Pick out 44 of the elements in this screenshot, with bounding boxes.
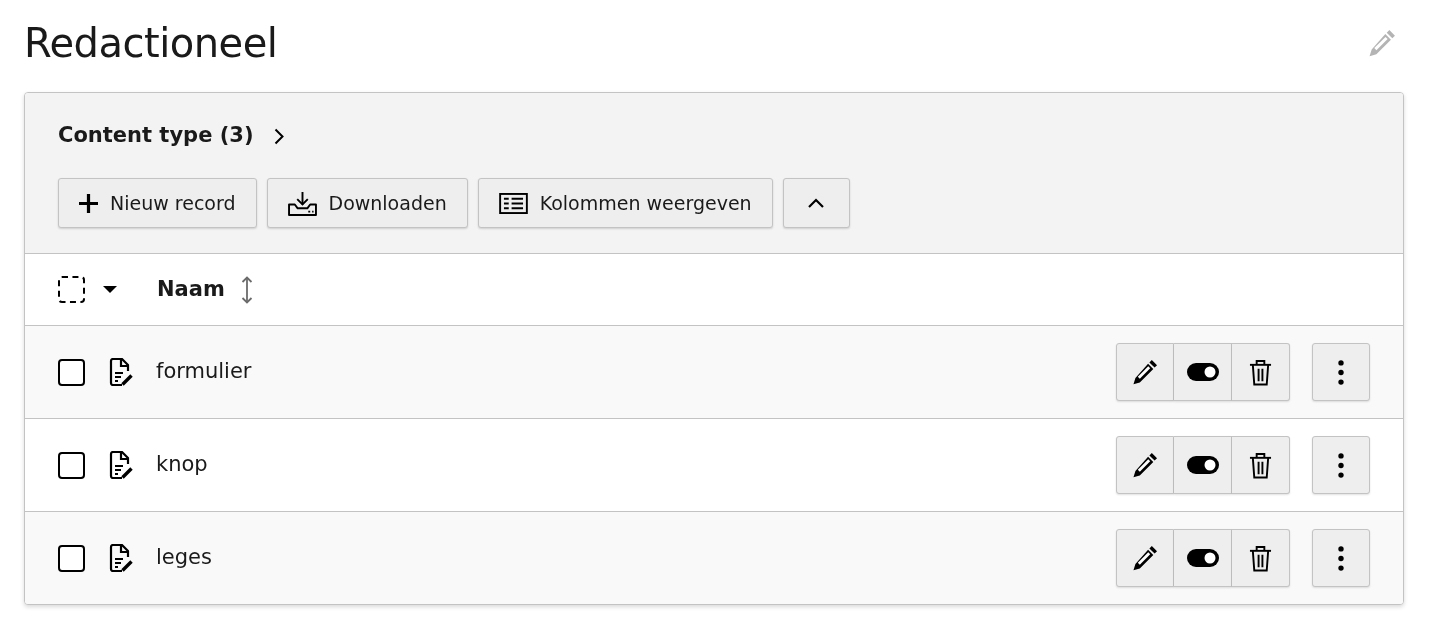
pencil-icon — [1132, 545, 1158, 571]
more-button[interactable] — [1312, 436, 1370, 494]
vertical-dots-icon — [1338, 359, 1344, 385]
visibility-toggle-button[interactable] — [1174, 529, 1232, 587]
vertical-dots-icon — [1338, 452, 1344, 478]
chevron-right-icon — [273, 127, 285, 145]
columns-button[interactable]: Kolommen weergeven — [477, 178, 773, 228]
list-icon — [498, 192, 528, 214]
row-checkbox[interactable] — [58, 544, 85, 572]
chevron-up-icon — [808, 198, 825, 208]
visibility-toggle-button[interactable] — [1174, 436, 1232, 494]
delete-button[interactable] — [1232, 343, 1290, 401]
plus-icon — [79, 193, 98, 213]
record-name[interactable]: knop — [156, 449, 208, 481]
visibility-toggle-button[interactable] — [1174, 343, 1232, 401]
download-icon — [287, 190, 317, 216]
more-button[interactable] — [1312, 343, 1370, 401]
column-header[interactable]: Naam — [157, 273, 225, 306]
sort-arrows-icon — [240, 275, 253, 304]
delete-button[interactable] — [1232, 436, 1290, 494]
page-title: Redactioneel — [24, 23, 278, 63]
trash-icon — [1249, 544, 1272, 572]
record-name[interactable]: leges — [156, 542, 212, 574]
record-name[interactable]: formulier — [156, 356, 252, 388]
trash-icon — [1249, 358, 1272, 386]
row-checkbox[interactable] — [58, 358, 85, 386]
download-button[interactable]: Downloaden — [266, 178, 468, 228]
vertical-dots-icon — [1338, 545, 1344, 571]
pencil-icon — [1132, 452, 1158, 478]
document-edit-icon — [109, 543, 134, 573]
trash-icon — [1249, 451, 1272, 479]
delete-button[interactable] — [1232, 529, 1290, 587]
document-edit-icon — [109, 450, 134, 480]
new-record-button[interactable]: Nieuw record — [58, 178, 257, 228]
edit-button[interactable] — [1116, 343, 1174, 401]
edit-button[interactable] — [1116, 436, 1174, 494]
caret-down-icon[interactable] — [103, 286, 117, 293]
row-checkbox[interactable] — [58, 451, 85, 479]
select-all-checkbox[interactable] — [58, 276, 85, 303]
document-edit-icon — [109, 357, 134, 387]
more-button[interactable] — [1312, 529, 1370, 587]
panel-title-link[interactable]: Content type (3) — [58, 121, 285, 151]
pencil-icon — [1132, 359, 1158, 385]
edit-button[interactable] — [1116, 529, 1174, 587]
